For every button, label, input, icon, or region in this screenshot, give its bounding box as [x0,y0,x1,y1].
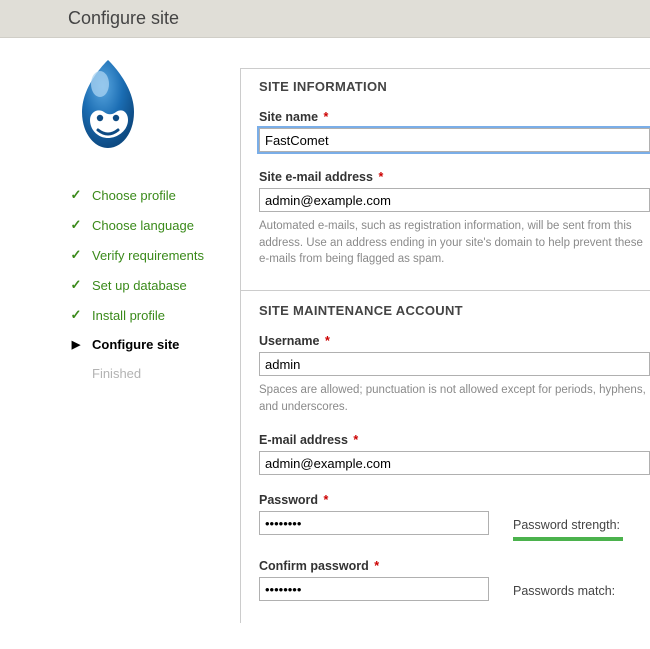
step-verify-requirements: ✓ Verify requirements [68,240,240,270]
username-row: Username * Spaces are allowed; punctuati… [259,334,650,415]
required-marker: * [325,334,330,348]
site-maintenance-section: SITE MAINTENANCE ACCOUNT Username * Spac… [259,303,650,601]
step-choose-profile: ✓ Choose profile [68,180,240,210]
account-email-row: E-mail address * [259,433,650,475]
username-help: Spaces are allowed; punctuation is not a… [259,382,650,415]
check-icon: ✓ [68,307,84,323]
confirm-password-label: Confirm password * [259,559,650,573]
required-marker: * [378,170,383,184]
password-input[interactable] [259,511,489,535]
password-strength-label: Password strength: [513,518,620,535]
required-marker: * [353,433,358,447]
site-email-input[interactable] [259,188,650,212]
sidebar: ✓ Choose profile ✓ Choose language ✓ Ver… [0,58,240,623]
step-label: Configure site [92,337,179,352]
site-email-label: Site e-mail address * [259,170,650,184]
main-form-area: SITE INFORMATION Site name * Site e-mail… [240,68,650,623]
site-email-row: Site e-mail address * Automated e-mails,… [259,170,650,268]
account-email-label: E-mail address * [259,433,650,447]
drupal-logo [68,58,240,150]
password-label: Password * [259,493,650,507]
site-name-row: Site name * [259,110,650,152]
check-icon: ✓ [68,277,84,293]
required-marker: * [324,110,329,124]
check-icon: ✓ [68,187,84,203]
step-configure-site: ▶ Configure site [68,330,240,359]
site-name-input[interactable] [259,128,650,152]
username-input[interactable] [259,352,650,376]
section-heading: SITE INFORMATION [259,79,650,94]
step-set-up-database: ✓ Set up database [68,270,240,300]
confirm-password-input[interactable] [259,577,489,601]
drupal-drop-icon [68,58,148,150]
step-label: Choose language [92,218,194,233]
username-label: Username * [259,334,650,348]
site-email-help: Automated e-mails, such as registration … [259,218,650,268]
triangle-right-icon: ▶ [68,338,84,351]
step-label: Set up database [92,278,187,293]
required-marker: * [324,493,329,507]
step-install-profile: ✓ Install profile [68,300,240,330]
passwords-match-label: Passwords match: [513,584,615,601]
password-strength-bar [513,537,623,541]
header-bar: Configure site [0,0,650,38]
password-row: Password * Password strength: [259,493,650,541]
step-finished: Finished [68,359,240,388]
step-label: Install profile [92,308,165,323]
section-heading: SITE MAINTENANCE ACCOUNT [259,303,650,318]
check-icon: ✓ [68,217,84,233]
step-label: Finished [92,366,141,381]
step-choose-language: ✓ Choose language [68,210,240,240]
step-label: Verify requirements [92,248,204,263]
install-steps: ✓ Choose profile ✓ Choose language ✓ Ver… [68,180,240,388]
site-information-section: SITE INFORMATION Site name * Site e-mail… [259,79,650,268]
required-marker: * [374,559,379,573]
page-title: Configure site [68,8,650,29]
content: ✓ Choose profile ✓ Choose language ✓ Ver… [0,38,650,623]
site-name-label: Site name * [259,110,650,124]
check-icon: ✓ [68,247,84,263]
account-email-input[interactable] [259,451,650,475]
section-divider [241,290,650,291]
step-label: Choose profile [92,188,176,203]
confirm-password-row: Confirm password * Passwords match: [259,559,650,601]
